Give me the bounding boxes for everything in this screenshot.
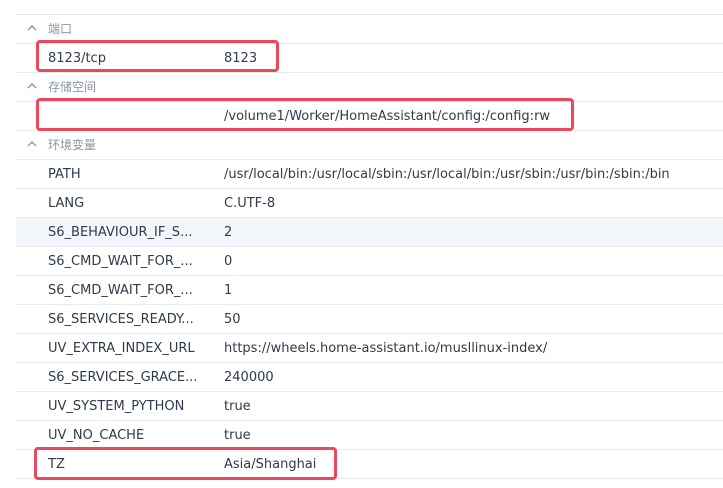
env-value: true xyxy=(224,399,251,414)
chevron-up-icon[interactable] xyxy=(26,80,38,92)
env-key: S6_BEHAVIOUR_IF_S... xyxy=(48,225,193,240)
top-divider xyxy=(16,0,723,15)
port-row: 8123/tcp 8123 xyxy=(16,44,723,73)
section-header-env[interactable]: 环境变量 xyxy=(16,131,723,160)
env-row: UV_EXTRA_INDEX_URL https://wheels.home-a… xyxy=(16,334,723,363)
env-key: UV_NO_CACHE xyxy=(48,428,145,443)
env-row: TZ Asia/Shanghai xyxy=(16,450,723,479)
env-row: PATH /usr/local/bin:/usr/local/sbin:/usr… xyxy=(16,160,723,189)
host-port: 8123 xyxy=(224,51,258,66)
env-row: S6_SERVICES_READY... 50 xyxy=(16,305,723,334)
section-title-env: 环境变量 xyxy=(48,138,97,152)
chevron-up-icon[interactable] xyxy=(26,138,38,150)
env-value: /usr/local/bin:/usr/local/sbin:/usr/loca… xyxy=(224,167,670,182)
container-port: 8123/tcp xyxy=(48,51,106,66)
env-key: UV_SYSTEM_PYTHON xyxy=(48,399,185,414)
env-row: UV_SYSTEM_PYTHON true xyxy=(16,392,723,421)
env-value: C.UTF-8 xyxy=(224,196,276,211)
env-value: 0 xyxy=(224,254,233,269)
env-value: 50 xyxy=(224,312,241,327)
chevron-up-icon[interactable] xyxy=(26,22,38,34)
section-title-storage: 存储空间 xyxy=(48,80,97,94)
storage-row: /volume1/Worker/HomeAssistant/config:/co… xyxy=(16,102,723,131)
env-key: S6_CMD_WAIT_FOR_... xyxy=(48,283,193,298)
env-row: S6_CMD_WAIT_FOR_... 0 xyxy=(16,247,723,276)
env-value: 240000 xyxy=(224,370,274,385)
env-key: S6_SERVICES_READY... xyxy=(48,312,194,327)
env-key: UV_EXTRA_INDEX_URL xyxy=(48,341,195,356)
env-row: S6_CMD_WAIT_FOR_... 1 xyxy=(16,276,723,305)
env-row: LANG C.UTF-8 xyxy=(16,189,723,218)
env-row: S6_SERVICES_GRACE... 240000 xyxy=(16,363,723,392)
env-key: TZ xyxy=(48,457,65,472)
env-value: https://wheels.home-assistant.io/musllin… xyxy=(224,341,548,356)
section-title-ports: 端口 xyxy=(48,22,73,36)
env-key: S6_SERVICES_GRACE... xyxy=(48,370,198,385)
env-row: UV_NO_CACHE true xyxy=(16,421,723,450)
storage-mount-path: /volume1/Worker/HomeAssistant/config:/co… xyxy=(224,109,551,124)
env-row: S6_BEHAVIOUR_IF_S... 2 xyxy=(16,218,723,247)
section-header-storage[interactable]: 存储空间 xyxy=(16,73,723,102)
section-header-ports[interactable]: 端口 xyxy=(16,15,723,44)
env-key: S6_CMD_WAIT_FOR_... xyxy=(48,254,193,269)
env-value: 2 xyxy=(224,225,233,240)
env-key: PATH xyxy=(48,167,81,182)
env-value: true xyxy=(224,428,251,443)
env-value: Asia/Shanghai xyxy=(224,457,317,472)
env-key: LANG xyxy=(48,196,85,211)
env-value: 1 xyxy=(224,283,233,298)
